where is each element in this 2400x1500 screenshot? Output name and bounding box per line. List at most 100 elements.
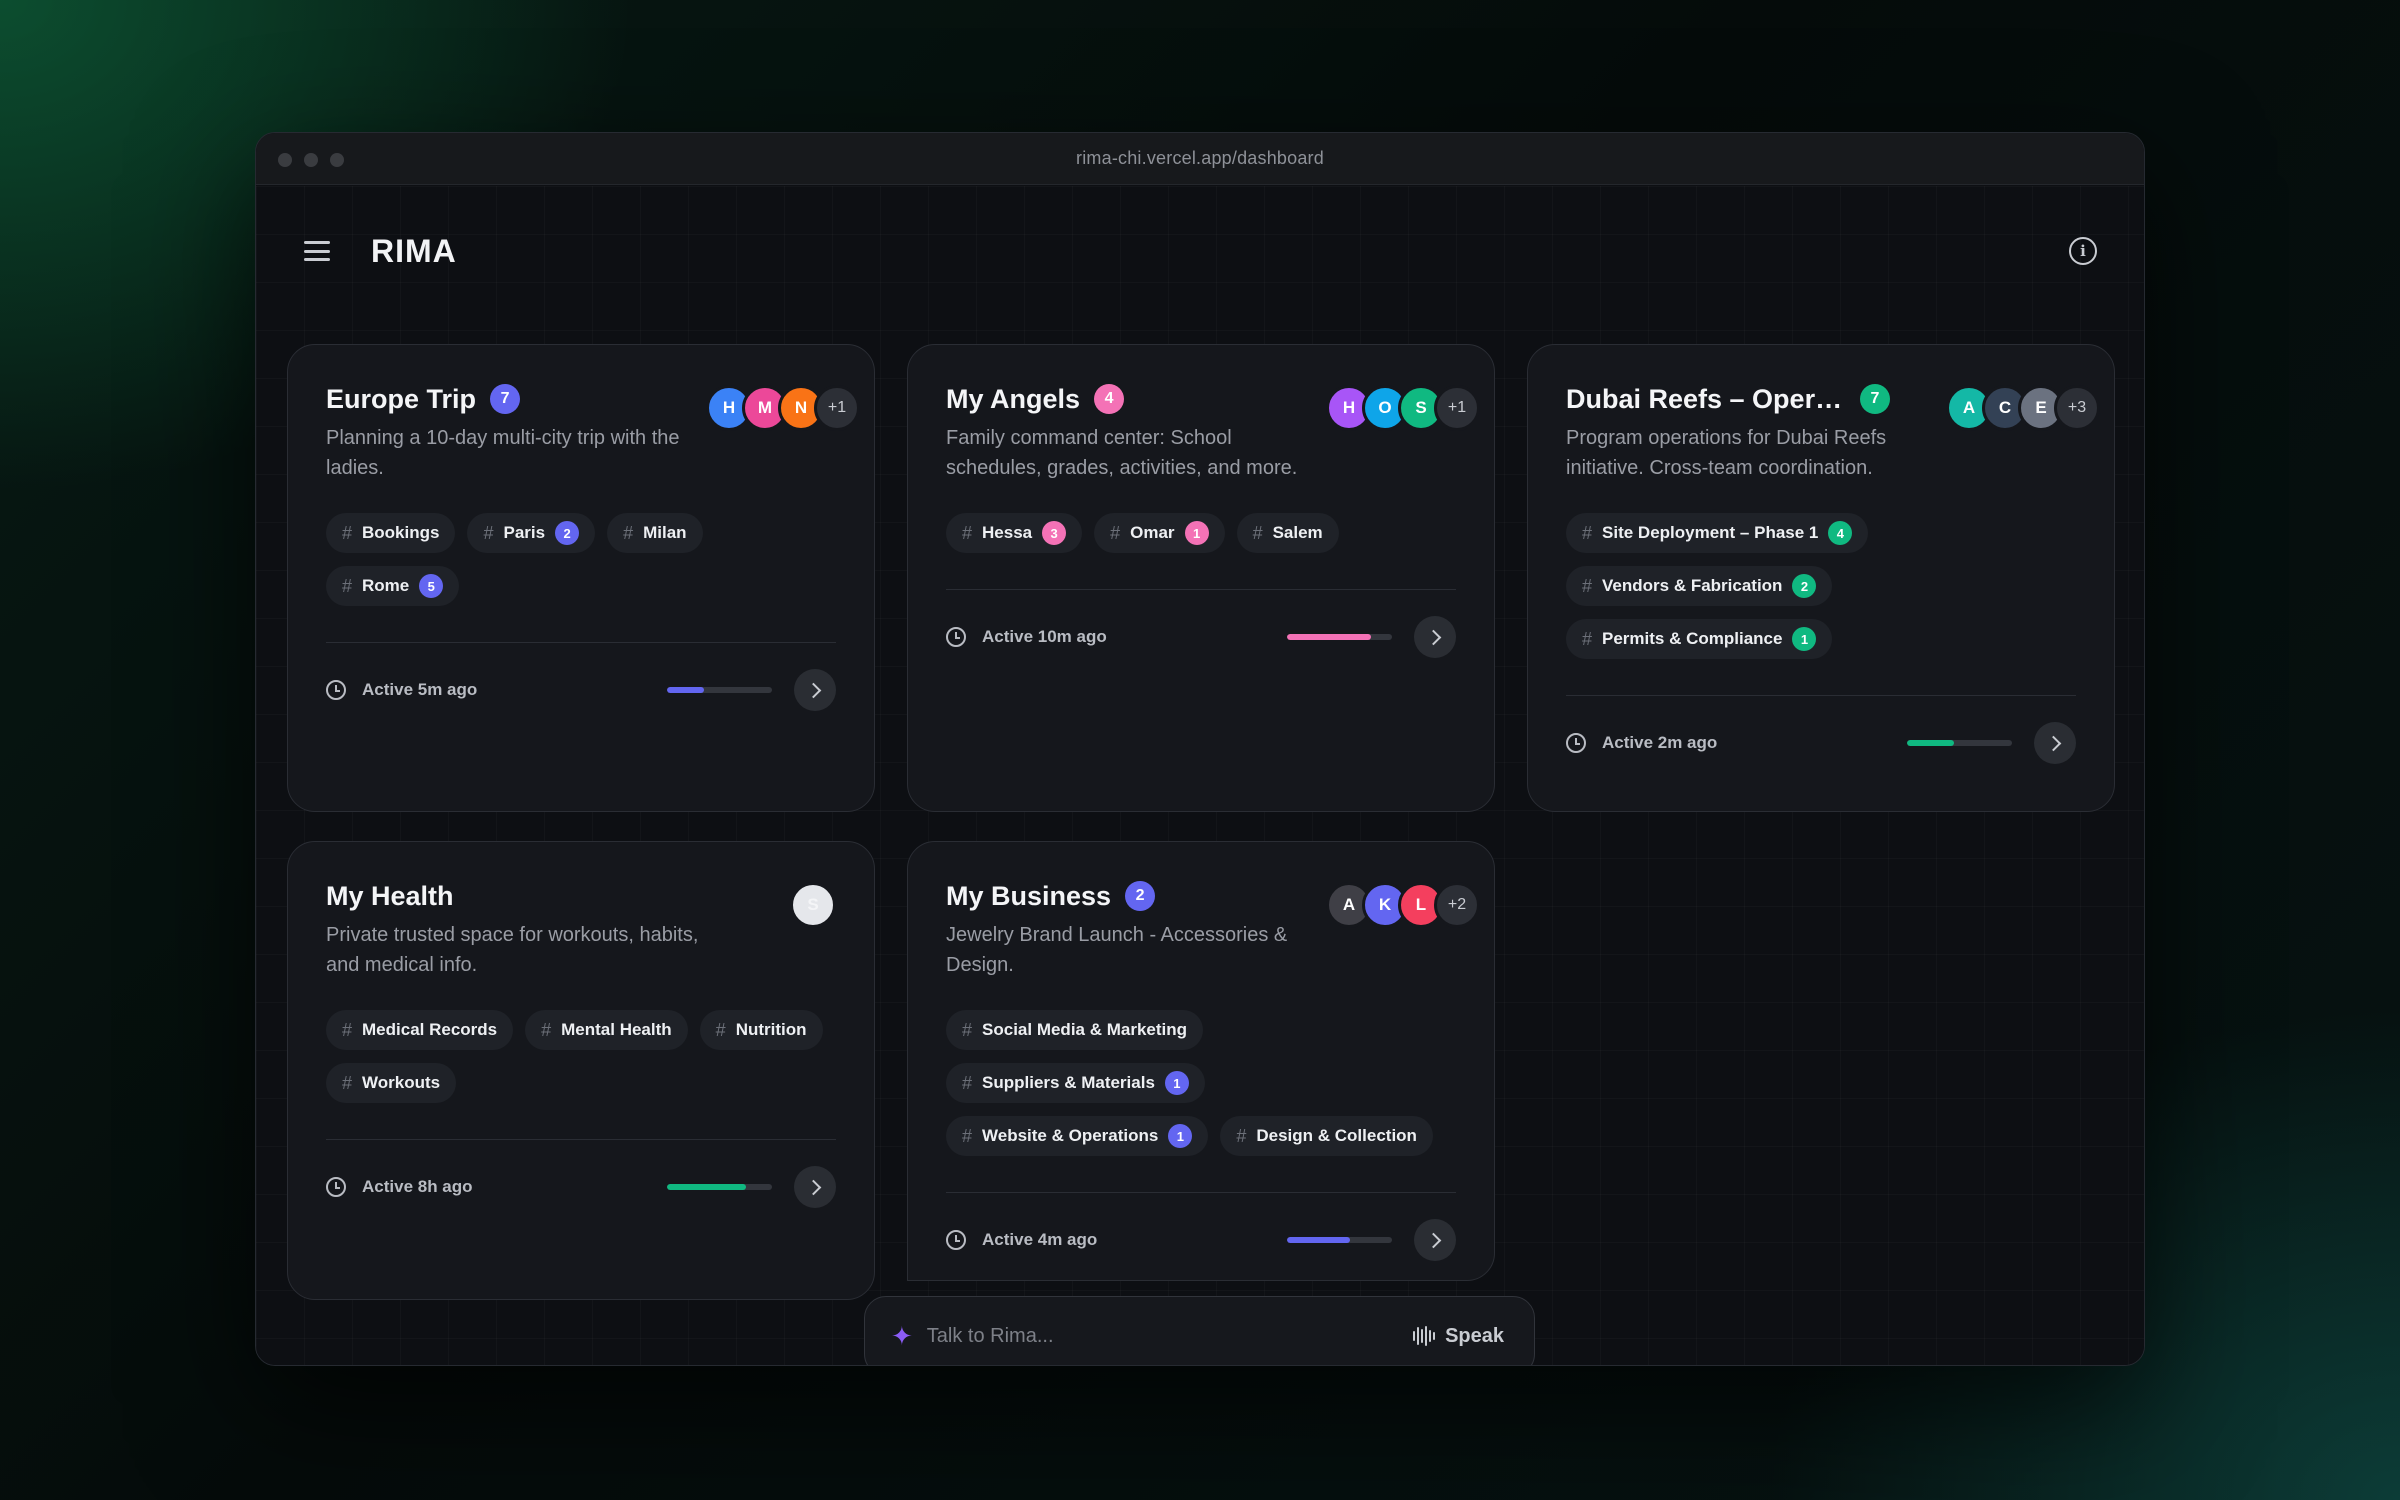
open-space-button[interactable] bbox=[1414, 616, 1456, 658]
unread-count-badge: 5 bbox=[419, 574, 444, 598]
clock-icon bbox=[946, 627, 966, 647]
chevron-right-icon bbox=[1425, 1232, 1441, 1248]
channel-tag-label: Paris bbox=[503, 523, 546, 542]
channel-tag[interactable]: # Paris 2 bbox=[467, 513, 596, 553]
clock-icon bbox=[326, 680, 346, 700]
channel-tag-label: Medical Records bbox=[362, 1020, 498, 1039]
channel-tag[interactable]: # Design & Collection bbox=[1220, 1116, 1433, 1156]
activity-progress-bar bbox=[1907, 740, 2012, 746]
channel-tag-label: Salem bbox=[1272, 523, 1323, 542]
channel-tag[interactable]: # Hessa 3 bbox=[946, 513, 1083, 553]
channel-tag-label: Suppliers & Materials bbox=[982, 1073, 1155, 1092]
card-count-badge: 2 bbox=[1125, 881, 1156, 911]
member-avatars[interactable]: H O S +1 bbox=[1326, 385, 1480, 431]
channel-tag[interactable]: # Mental Health bbox=[525, 1010, 688, 1050]
card-description: Program operations for Dubai Reefs initi… bbox=[1566, 427, 1887, 479]
address-bar-url[interactable]: rima-chi.vercel.app/dashboard bbox=[1076, 148, 1324, 169]
channel-tag[interactable]: # Rome 5 bbox=[326, 566, 460, 606]
unread-count-badge: 2 bbox=[555, 521, 580, 545]
channel-tag-label: Vendors & Fabrication bbox=[1602, 576, 1783, 595]
maximize-window-dot[interactable] bbox=[330, 153, 344, 167]
unread-count-badge: 4 bbox=[1828, 521, 1853, 545]
activity-progress-bar bbox=[1287, 634, 1392, 640]
open-space-button[interactable] bbox=[794, 1166, 836, 1208]
channel-tag[interactable]: # Website & Operations 1 bbox=[946, 1116, 1209, 1156]
member-avatars[interactable]: A K L +2 bbox=[1326, 882, 1480, 928]
clock-icon bbox=[326, 1177, 346, 1197]
channel-tag[interactable]: # Site Deployment – Phase 1 4 bbox=[1566, 513, 1869, 553]
channel-tag-label: Omar bbox=[1130, 523, 1175, 542]
more-members-badge[interactable]: +3 bbox=[2054, 385, 2100, 431]
hash-icon: # bbox=[342, 522, 353, 543]
channel-tags: # Hessa 3 # Omar 1 # Salem bbox=[946, 513, 1456, 553]
activity-progress-bar bbox=[667, 687, 772, 693]
channel-tags: # Site Deployment – Phase 1 4 # Vendors & Fa… bbox=[1566, 513, 2076, 659]
channel-tag[interactable]: # Medical Records bbox=[326, 1010, 514, 1050]
channel-tag[interactable]: # Salem bbox=[1236, 513, 1339, 553]
sparkle-icon: ✦ bbox=[891, 1320, 913, 1351]
hash-icon: # bbox=[1236, 1125, 1247, 1146]
avatar[interactable]: S bbox=[790, 882, 836, 928]
hash-icon: # bbox=[715, 1019, 726, 1040]
hash-icon: # bbox=[342, 575, 353, 596]
clock-icon bbox=[1566, 733, 1586, 753]
channel-tag[interactable]: # Nutrition bbox=[699, 1010, 823, 1050]
hash-icon: # bbox=[541, 1019, 552, 1040]
card-description: Planning a 10-day multi-city trip with t… bbox=[326, 427, 680, 479]
member-avatars[interactable]: S bbox=[790, 882, 836, 928]
open-space-button[interactable] bbox=[794, 669, 836, 711]
channel-tag[interactable]: # Suppliers & Materials 1 bbox=[946, 1063, 1205, 1103]
channel-tag[interactable]: # Workouts bbox=[326, 1063, 457, 1103]
channel-tag[interactable]: # Social Media & Marketing bbox=[946, 1010, 1204, 1050]
last-active-label: Active 4m ago bbox=[982, 1230, 1098, 1249]
channel-tag-label: Social Media & Marketing bbox=[982, 1020, 1188, 1039]
channel-tag-label: Nutrition bbox=[735, 1020, 807, 1039]
last-active-label: Active 10m ago bbox=[982, 627, 1107, 646]
member-avatars[interactable]: A C E +3 bbox=[1946, 385, 2100, 431]
card-title: Dubai Reefs – Operations bbox=[1566, 383, 1846, 414]
more-members-badge[interactable]: +1 bbox=[1434, 385, 1480, 431]
member-avatars[interactable]: H M N +1 bbox=[706, 385, 860, 431]
hash-icon: # bbox=[962, 522, 973, 543]
info-icon[interactable]: i bbox=[2069, 237, 2097, 265]
channel-tag-label: Design & Collection bbox=[1256, 1126, 1417, 1145]
card-count-badge: 4 bbox=[1094, 384, 1125, 414]
app-logo: RIMA bbox=[371, 233, 457, 269]
talk-input[interactable] bbox=[926, 1324, 1414, 1348]
channel-tag-label: Workouts bbox=[362, 1073, 441, 1092]
card-count-badge: 7 bbox=[490, 384, 521, 414]
speak-button[interactable]: Speak bbox=[1413, 1325, 1504, 1348]
space-card[interactable]: Dubai Reefs – Operations 7 Program operati… bbox=[1527, 344, 2115, 812]
last-active-label: Active 2m ago bbox=[1602, 733, 1718, 752]
channel-tag-label: Site Deployment – Phase 1 bbox=[1602, 523, 1819, 542]
voice-wave-icon bbox=[1413, 1326, 1436, 1346]
minimize-window-dot[interactable] bbox=[304, 153, 318, 167]
card-title: My Business bbox=[946, 880, 1112, 911]
card-count-badge: 7 bbox=[1860, 384, 1890, 414]
chevron-right-icon bbox=[2045, 735, 2061, 751]
hash-icon: # bbox=[1110, 522, 1121, 543]
open-space-button[interactable] bbox=[1414, 1219, 1456, 1261]
space-card[interactable]: My Health Private trusted space for worko… bbox=[287, 841, 875, 1300]
channel-tag[interactable]: # Vendors & Fabrication 2 bbox=[1566, 566, 1833, 606]
activity-progress-bar bbox=[1287, 1237, 1392, 1243]
hash-icon: # bbox=[483, 522, 494, 543]
channel-tag[interactable]: # Omar 1 bbox=[1094, 513, 1225, 553]
close-window-dot[interactable] bbox=[278, 153, 292, 167]
last-active-label: Active 8h ago bbox=[362, 1177, 473, 1196]
more-members-badge[interactable]: +2 bbox=[1434, 882, 1480, 928]
hash-icon: # bbox=[962, 1019, 973, 1040]
unread-count-badge: 1 bbox=[1792, 627, 1817, 651]
channel-tag[interactable]: # Permits & Compliance 1 bbox=[1566, 619, 1833, 659]
channel-tag[interactable]: # Milan bbox=[607, 513, 703, 553]
channel-tag-label: Bookings bbox=[362, 523, 440, 542]
space-card[interactable]: Europe Trip 7 Planning a 10-day multi-city… bbox=[287, 344, 875, 812]
space-card[interactable]: My Angels 4 Family command center: School … bbox=[907, 344, 1495, 812]
unread-count-badge: 2 bbox=[1792, 574, 1817, 598]
channel-tag[interactable]: # Bookings bbox=[326, 513, 456, 553]
open-space-button[interactable] bbox=[2034, 722, 2076, 764]
card-description: Private trusted space for workouts, habi… bbox=[326, 924, 699, 976]
menu-icon[interactable] bbox=[304, 241, 330, 261]
space-card[interactable]: My Business 2 Jewelry Brand Launch - Acces… bbox=[907, 841, 1495, 1281]
more-members-badge[interactable]: +1 bbox=[814, 385, 860, 431]
